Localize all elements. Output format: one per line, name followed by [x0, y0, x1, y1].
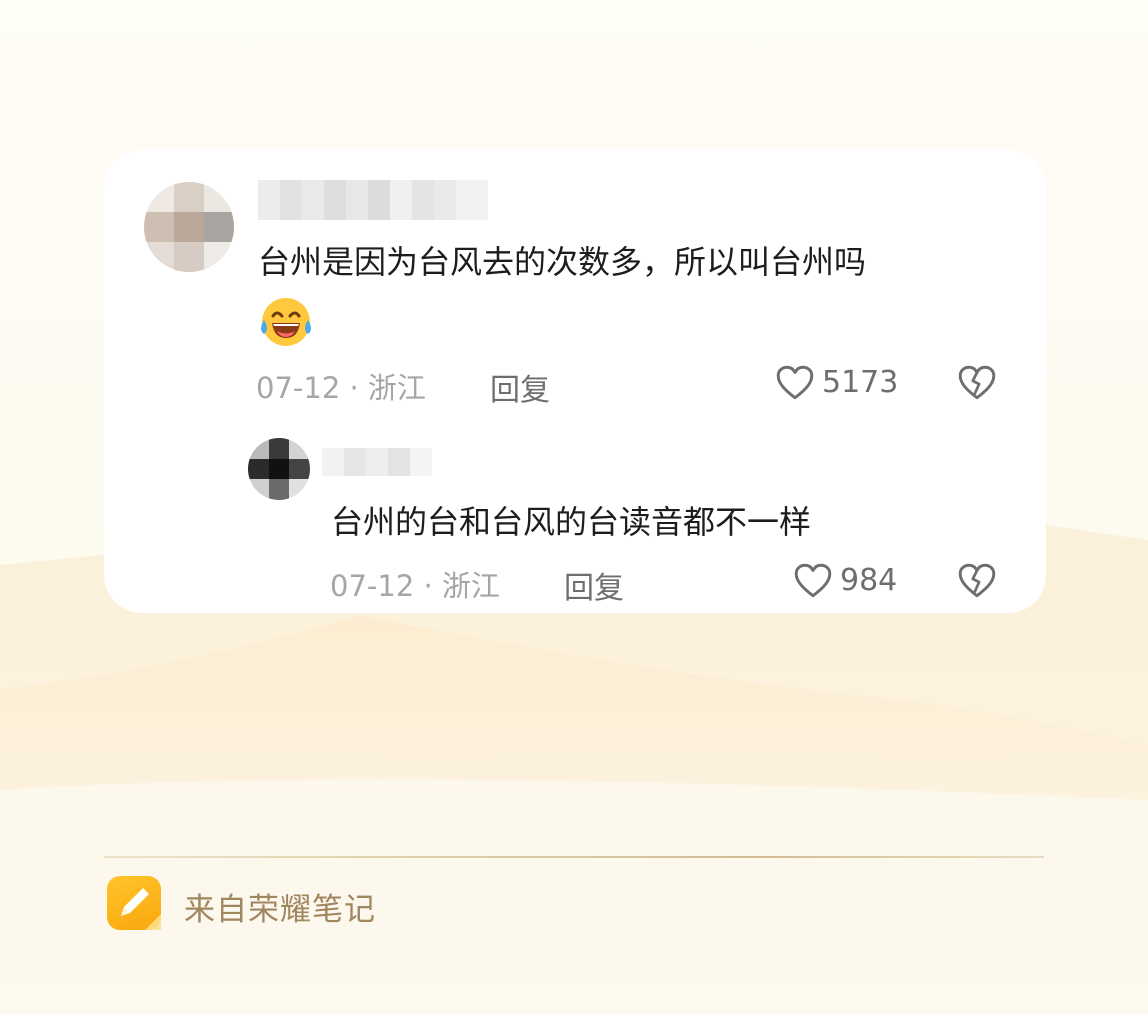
- avatar[interactable]: [144, 182, 234, 272]
- reply-text: 台州的台和台风的台读音都不一样: [331, 503, 812, 541]
- heart-icon[interactable]: [774, 362, 816, 404]
- laughing-crying-emoji: [261, 298, 311, 346]
- like-count: 984: [840, 563, 898, 598]
- reply-button[interactable]: 回复: [564, 563, 624, 607]
- dislike-broken-heart-icon[interactable]: [956, 362, 998, 404]
- comment-card: 台州是因为台风去的次数多，所以叫台州吗 07-12 · 浙江 回复 5173 台…: [104, 150, 1046, 613]
- comment-date-location: 07-12 · 浙江: [256, 371, 426, 405]
- dislike-broken-heart-icon[interactable]: [956, 560, 998, 602]
- heart-icon[interactable]: [792, 560, 834, 602]
- footer-divider: [104, 856, 1044, 858]
- avatar[interactable]: [248, 438, 310, 500]
- reply-username[interactable]: [322, 448, 432, 476]
- comment-text: 台州是因为台风去的次数多，所以叫台州吗: [258, 243, 867, 281]
- username[interactable]: [258, 180, 488, 220]
- like-count: 5173: [822, 365, 899, 400]
- reply-button[interactable]: 回复: [490, 365, 550, 409]
- reply-date-location: 07-12 · 浙江: [330, 569, 500, 603]
- source-label: 来自荣耀笔记: [184, 892, 376, 928]
- pencil-note-icon: [107, 876, 161, 930]
